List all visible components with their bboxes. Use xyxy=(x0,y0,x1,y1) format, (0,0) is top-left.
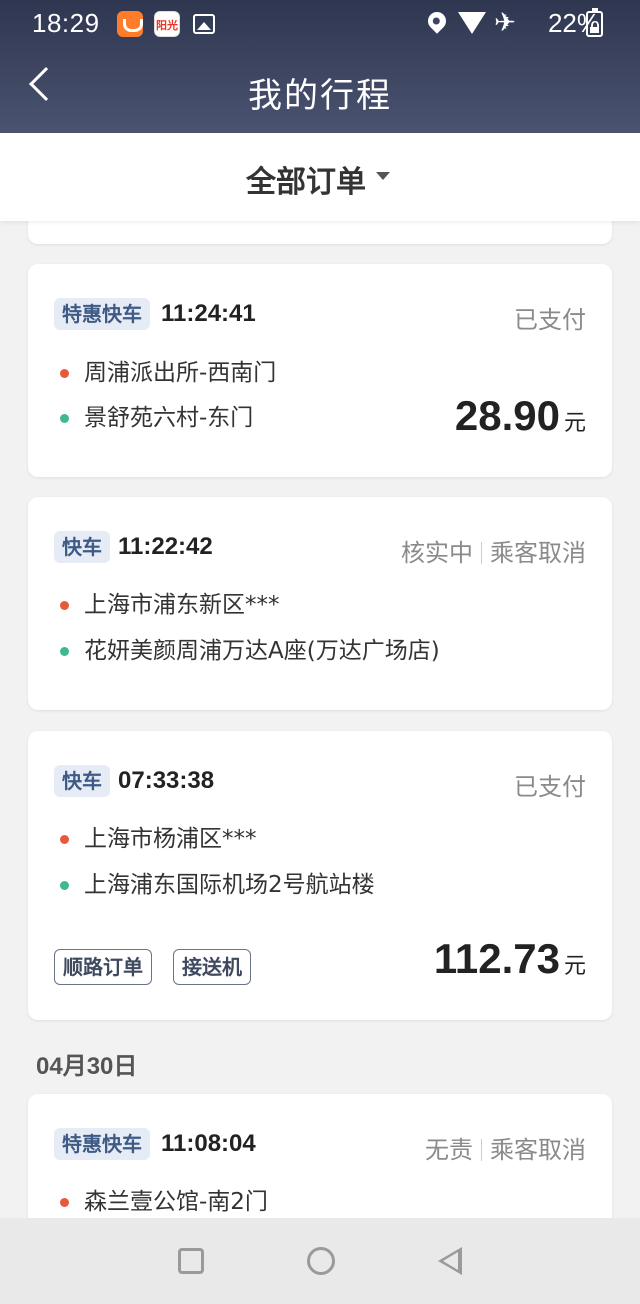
ride-type-tag: 特惠快车 xyxy=(54,298,150,330)
end-dot-icon xyxy=(60,647,69,656)
home-icon[interactable] xyxy=(307,1247,335,1275)
filter-label[interactable]: 全部订单 xyxy=(246,157,366,201)
liability-status: 无责 xyxy=(425,1136,473,1164)
app-header: 18:29 阳光 ✈ 22% 我的行程 xyxy=(0,0,640,133)
end-dot-icon xyxy=(60,881,69,890)
order-status: 无责 乘客取消 xyxy=(425,1130,586,1165)
start-dot-icon xyxy=(60,835,69,844)
image-icon xyxy=(193,14,215,34)
start-dot-icon xyxy=(60,369,69,378)
cancel-status: 乘客取消 xyxy=(490,539,586,567)
order-status: 已支付 xyxy=(514,773,586,801)
page-title: 我的行程 xyxy=(248,76,392,116)
start-address: 上海市杨浦区*** xyxy=(84,826,257,852)
ride-type-tag: 特惠快车 xyxy=(54,1128,150,1160)
order-time: 11:22:42 xyxy=(118,533,213,560)
status-bar: 18:29 阳光 ✈ 22% xyxy=(0,0,640,48)
cancel-status: 乘客取消 xyxy=(490,1136,586,1164)
ride-type-tag: 快车 xyxy=(54,765,110,797)
system-nav-bar xyxy=(0,1218,640,1304)
order-card[interactable]: 特惠快车 11:24:41 已支付 周浦派出所-西南门 景舒苑六村-东门 28.… xyxy=(28,264,612,477)
order-card[interactable]: 快车 07:33:38 已支付 上海市杨浦区*** 上海浦东国际机场2号航站楼 … xyxy=(28,731,612,1020)
order-price: 112.73 元 xyxy=(434,935,586,983)
wifi-icon xyxy=(458,12,486,36)
order-time: 11:24:41 xyxy=(161,300,256,327)
end-address: 上海浦东国际机场2号航站楼 xyxy=(84,872,375,898)
start-address: 森兰壹公馆-南2门 xyxy=(84,1189,268,1215)
status-divider xyxy=(481,542,482,564)
back-triangle-icon[interactable] xyxy=(438,1247,462,1275)
route-order-chip: 顺路订单 xyxy=(54,949,152,985)
order-time: 07:33:38 xyxy=(118,767,215,794)
battery-icon xyxy=(586,8,603,37)
end-dot-icon xyxy=(60,414,69,423)
order-filter[interactable]: 全部订单 xyxy=(0,133,640,221)
start-dot-icon xyxy=(60,1198,69,1207)
order-price: 28.90 元 xyxy=(455,392,586,440)
airport-transfer-chip: 接送机 xyxy=(173,949,251,985)
order-status: 已支付 xyxy=(514,306,586,334)
price-amount: 112.73 xyxy=(433,935,560,982)
location-icon xyxy=(424,8,450,34)
sunshine-app-icon: 阳光 xyxy=(154,11,180,37)
recent-apps-icon[interactable] xyxy=(178,1248,204,1274)
date-section-header: 04月30日 xyxy=(36,1053,138,1080)
title-bar: 我的行程 xyxy=(0,48,640,133)
end-address: 景舒苑六村-东门 xyxy=(84,405,254,431)
price-unit: 元 xyxy=(563,954,586,979)
airplane-icon: ✈ xyxy=(494,8,516,38)
price-unit: 元 xyxy=(563,411,586,436)
status-time: 18:29 xyxy=(32,8,100,38)
start-dot-icon xyxy=(60,601,69,610)
price-amount: 28.90 xyxy=(454,392,560,439)
ride-type-tag: 快车 xyxy=(54,531,110,563)
status-divider xyxy=(481,1139,482,1161)
caret-down-icon[interactable] xyxy=(376,172,390,180)
order-status: 核实中 乘客取消 xyxy=(401,533,586,568)
start-address: 上海市浦东新区*** xyxy=(84,592,280,618)
order-time: 11:08:04 xyxy=(161,1130,256,1157)
verify-status: 核实中 xyxy=(401,539,473,567)
start-address: 周浦派出所-西南门 xyxy=(84,360,277,386)
order-card[interactable]: 快车 11:22:42 核实中 乘客取消 上海市浦东新区*** 花妍美颜周浦万达A… xyxy=(28,497,612,710)
end-address: 花妍美颜周浦万达A座(万达广场店) xyxy=(84,638,440,664)
didi-app-icon xyxy=(117,11,143,37)
